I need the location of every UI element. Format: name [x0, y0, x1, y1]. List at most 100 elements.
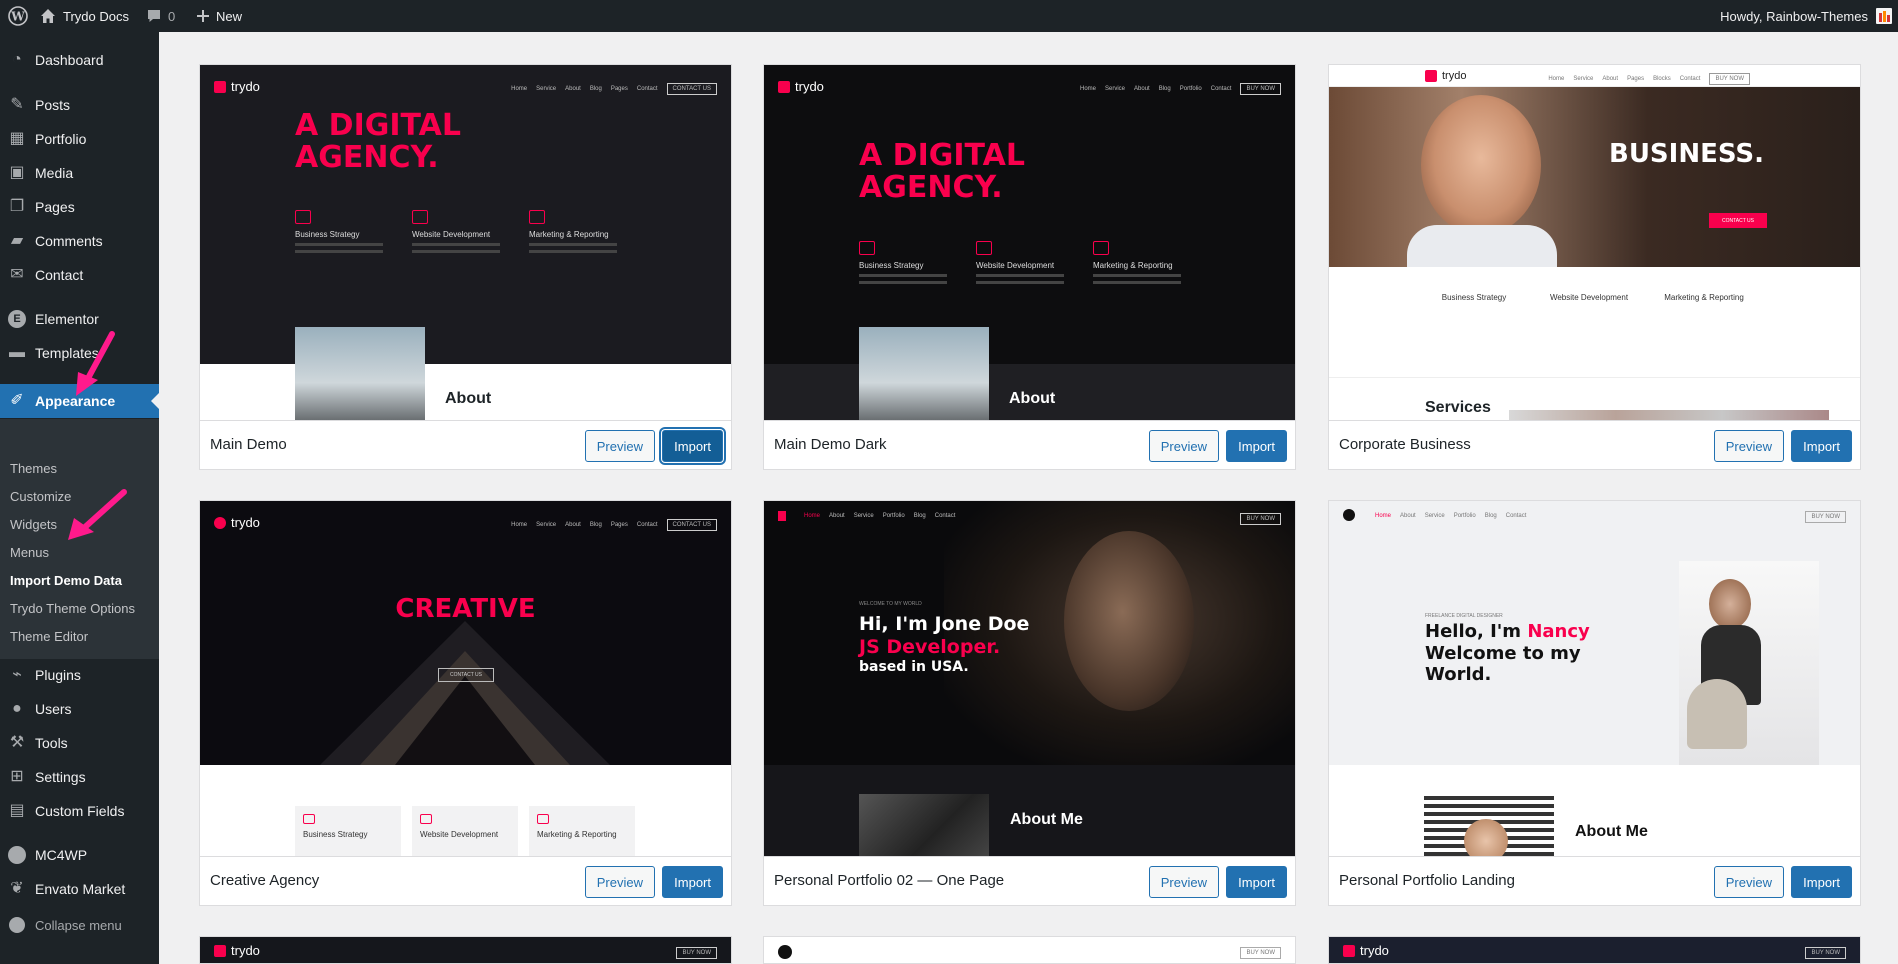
demo-screenshot: Home About Service Portfolio Blog Contact BUY…: [1329, 501, 1860, 856]
demo-card-footer: Personal Portfolio Landing Preview Impor…: [1329, 856, 1860, 905]
site-name-link[interactable]: Trydo Docs: [40, 0, 129, 32]
feature-3: Marketing & Reporting: [529, 210, 617, 253]
mock-nav: BUY NOW: [1805, 947, 1846, 959]
sidebar-item-label: Appearance: [35, 393, 116, 409]
import-button[interactable]: Import: [1791, 430, 1852, 462]
mock-nav: Home About Service Portfolio Blog Contact: [1375, 513, 1527, 519]
appearance-submenu: Themes Customize Widgets Menus Import De…: [0, 419, 159, 659]
plus-icon: [197, 10, 209, 22]
sidebar-item-custom-fields[interactable]: ▤ Custom Fields: [0, 794, 159, 828]
home-icon: [41, 9, 55, 23]
howdy-user-link[interactable]: Howdy, Rainbow-Themes: [1720, 0, 1868, 32]
preview-button[interactable]: Preview: [1148, 866, 1219, 898]
import-button[interactable]: Import: [1226, 430, 1287, 462]
new-content-link[interactable]: New: [196, 0, 242, 32]
wordpress-logo-icon[interactable]: W: [4, 0, 32, 32]
submenu-item-customize[interactable]: Customize: [10, 489, 71, 504]
mock-nav: BUY NOW: [676, 947, 717, 959]
table-icon: ▤: [9, 802, 25, 819]
demo-title: Main Demo Dark: [774, 436, 887, 453]
folder-icon: ▬: [9, 344, 25, 361]
import-button[interactable]: Import: [1791, 866, 1852, 898]
new-label: New: [216, 8, 243, 24]
preview-button[interactable]: Preview: [1713, 866, 1784, 898]
sidebar-item-comments[interactable]: ▰ Comments: [0, 224, 159, 258]
about-heading: About Me: [1575, 823, 1648, 840]
admin-sidebar: ◔ Dashboard ✎ Posts ▦ Portfolio ▣ Media …: [0, 32, 159, 964]
wrench-icon: ⚒: [9, 734, 25, 751]
feature-3: Marketing & Reporting: [1093, 241, 1181, 284]
submenu-item-trydo-theme-options[interactable]: Trydo Theme Options: [10, 601, 135, 616]
preview-button[interactable]: Preview: [1713, 430, 1784, 462]
settings-icon: ⊞: [10, 768, 24, 785]
sidebar-item-dashboard[interactable]: ◔ Dashboard: [0, 43, 159, 77]
import-button[interactable]: Import: [662, 866, 723, 898]
sidebar-item-pages[interactable]: ❐ Pages: [0, 190, 159, 224]
submenu-item-widgets[interactable]: Widgets: [10, 517, 57, 532]
sidebar-item-templates[interactable]: ▬ Templates: [0, 336, 159, 370]
collapse-label: Collapse menu: [35, 917, 122, 933]
mock-nav-right: BUY NOW: [1805, 511, 1846, 523]
hero-heading: A DIGITAL AGENCY.: [295, 108, 461, 175]
demo-card-creative-agency: trydo Home Service About Blog Pages Contact CO…: [199, 500, 732, 906]
feature-1: Business Strategy: [859, 241, 947, 284]
trydo-logo: trydo: [214, 79, 260, 94]
sidebar-item-tools[interactable]: ⚒ Tools: [0, 726, 159, 760]
demo-card-footer: Main Demo Preview Import: [200, 420, 731, 469]
demo-screenshot: trydo Home Service About Pages Blocks Contact…: [1329, 65, 1860, 420]
hero-cta: CONTACT US: [438, 668, 494, 682]
feature-2: Website Development: [976, 241, 1064, 284]
howdy-text: Howdy, Rainbow-Themes: [1720, 8, 1868, 24]
demo-card-corporate-business: trydo Home Service About Pages Blocks Contact…: [1328, 64, 1861, 470]
site-name: Trydo Docs: [63, 8, 129, 24]
feature-2: Website Development: [412, 210, 500, 253]
demo-card-footer: Corporate Business Preview Import: [1329, 420, 1860, 469]
hero-kicker: FREELANCE DIGITAL DESIGNER: [1425, 613, 1503, 619]
hero-kicker: WELCOME TO MY WORLD: [859, 601, 922, 607]
brush-icon: ✐: [10, 392, 24, 409]
sidebar-item-plugins[interactable]: ⌁ Plugins: [0, 658, 159, 692]
sidebar-item-users[interactable]: ● Users: [0, 692, 159, 726]
sidebar-item-contact[interactable]: ✉ Contact: [0, 258, 159, 292]
demo-title: Corporate Business: [1339, 436, 1471, 453]
submenu-item-themes[interactable]: Themes: [10, 461, 57, 476]
sidebar-item-label: Dashboard: [35, 52, 104, 68]
about-heading: About: [445, 390, 492, 407]
mock-nav: Home Service About Blog Pages Contact CONTACT …: [511, 83, 717, 95]
submenu-item-menus[interactable]: Menus: [10, 545, 49, 560]
users-icon: ●: [12, 700, 22, 717]
sidebar-item-portfolio[interactable]: ▦ Portfolio: [0, 122, 159, 156]
comment-bubble-icon: [148, 10, 160, 22]
trydo-logo: trydo: [214, 943, 260, 958]
feature-3: Marketing & Reporting: [1664, 293, 1744, 302]
collapse-menu-button[interactable]: Collapse menu: [0, 910, 159, 940]
submenu-item-import-demo-data[interactable]: Import Demo Data: [10, 573, 122, 588]
sidebar-item-envato-market[interactable]: ❦ Envato Market: [0, 872, 159, 906]
sidebar-item-label: Templates: [35, 345, 99, 361]
submenu-item-theme-editor[interactable]: Theme Editor: [10, 629, 88, 644]
hero-heading: Hi, I'm Jone Doe JS Developer. based in …: [859, 613, 1030, 675]
feature-2: Website Development: [1549, 293, 1629, 302]
sidebar-item-settings[interactable]: ⊞ Settings: [0, 760, 159, 794]
sidebar-item-elementor[interactable]: E Elementor: [0, 302, 159, 336]
sidebar-item-media[interactable]: ▣ Media: [0, 156, 159, 190]
preview-button[interactable]: Preview: [584, 430, 655, 462]
preview-button[interactable]: Preview: [1148, 430, 1219, 462]
demo-card-personal-portfolio-landing: Home About Service Portfolio Blog Contact BUY…: [1328, 500, 1861, 906]
sidebar-item-label: Tools: [35, 735, 68, 751]
import-button[interactable]: Import: [662, 430, 723, 462]
sidebar-item-posts[interactable]: ✎ Posts: [0, 88, 159, 122]
sidebar-item-appearance[interactable]: ✐ Appearance: [0, 384, 159, 418]
sidebar-item-label: Users: [35, 701, 72, 717]
demo-card-footer: Personal Portfolio 02 — One Page Preview…: [764, 856, 1295, 905]
import-button[interactable]: Import: [1226, 866, 1287, 898]
sidebar-item-label: Media: [35, 165, 74, 181]
sidebar-item-mc4wp[interactable]: MC4WP: [0, 838, 159, 872]
mock-nav: Home Service About Blog Pages Contact CONTACT …: [511, 519, 717, 531]
avatar[interactable]: [1876, 8, 1892, 24]
preview-button[interactable]: Preview: [584, 866, 655, 898]
plugin-icon: ⌁: [12, 666, 22, 683]
sidebar-item-label: Comments: [35, 233, 103, 249]
feature-1: Business Strategy: [1441, 293, 1507, 302]
comments-link[interactable]: 0: [146, 0, 175, 32]
